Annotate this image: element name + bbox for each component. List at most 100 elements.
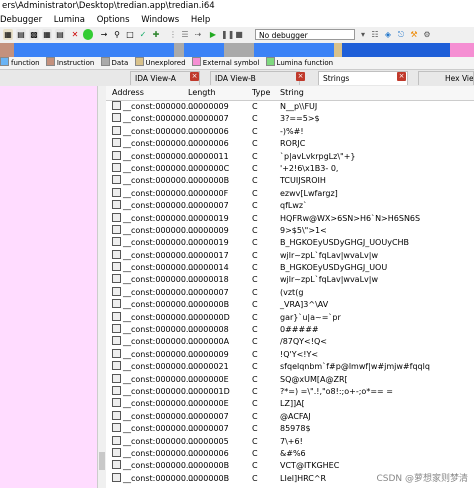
pause-icon[interactable]: ❚❚ (221, 29, 234, 40)
search-icon[interactable]: ⚲ (112, 29, 122, 40)
toolbar: ▦ ▤ ▩ ▦ ▤ ✕ → ⚲ □ ✓ ✚ ⋮ ☰ ⇢ ▶ ❚❚ ■ No de… (0, 27, 474, 44)
table-row[interactable]: __const:000000... 00000019 C B_HGKOEyUSDyGH… (106, 237, 474, 249)
tab-label: IDA View-B (215, 74, 256, 83)
table-row[interactable]: __const:000000... 0000001D C ?*=) =\".!,"o8… (106, 385, 474, 398)
table-icon[interactable]: ▤ (55, 29, 65, 40)
tab-bar: IDA View-A × IDA View-B × Strings × Hex … (0, 70, 474, 87)
table-row[interactable]: __const:000000... 00000014 C B_HGKOEyUSDyGH… (106, 262, 474, 274)
tab-hex-view[interactable]: Hex View (418, 71, 474, 85)
table-row[interactable]: __const:000000... 0000000F Cezwv[Lwfargz] (106, 187, 474, 200)
rect-icon[interactable]: □ (125, 29, 135, 40)
length-cell: 00000005 (188, 436, 229, 446)
debug-icon[interactable]: ☷ (370, 29, 380, 40)
column-header-string[interactable]: String (280, 86, 304, 100)
table-row[interactable]: __const:000000... 0000000E C SQ@xUM[A@ZR[ (106, 373, 474, 386)
type-cell: C (252, 201, 258, 211)
string-cell: ?*=) =\".!,"o8!:;o+-;o*== = (280, 386, 393, 396)
close-icon[interactable]: × (296, 72, 305, 81)
table-row[interactable]: __const:000000... 00000007 C (vzt(g (106, 286, 474, 299)
table-row[interactable]: __const:000000... 00000006 C RORJC (106, 138, 474, 150)
length-cell: 00000019 (188, 213, 229, 223)
type-cell: C (252, 213, 258, 223)
table-row[interactable]: __const:000000... 00000007 CqfLwz` (106, 200, 474, 212)
type-cell: C (252, 448, 258, 458)
save-icon[interactable]: ▦ (3, 29, 13, 40)
tab-strings[interactable]: Strings (318, 71, 408, 85)
grid-icon[interactable]: ▦ (42, 29, 52, 40)
table-row[interactable]: __const:000000... 0000000D Cgar}`u|a~=`pr (106, 311, 474, 324)
plugin-icon[interactable]: ⎋ (396, 29, 406, 40)
copy-icon[interactable]: ▩ (29, 29, 39, 40)
menu-debugger[interactable]: Debugger (0, 15, 42, 25)
table-row[interactable]: __const:000000... 00000006 C &#%6 (106, 447, 474, 460)
string-icon (112, 212, 121, 222)
scrollbar-thumb[interactable] (99, 452, 105, 470)
arrow-icon[interactable]: → (99, 29, 109, 40)
play-icon[interactable]: ▶ (208, 29, 218, 40)
chevron-down-icon[interactable]: ▾ (358, 29, 368, 40)
table-row[interactable]: __const:000000... 00000011 C `p|avLvkrpgLz\… (106, 150, 474, 163)
run-circle-icon[interactable] (83, 29, 93, 40)
tab-ida-view-b[interactable]: IDA View-B (210, 71, 300, 85)
table-row[interactable]: __const:000000... 00000007 C 85978$ (106, 423, 474, 435)
type-cell: C (252, 325, 258, 335)
string-cell: (vzt(g (280, 287, 304, 297)
table-row[interactable]: __const:000000... 00000017 Cwjlr~zpL`fqLav… (106, 249, 474, 262)
tool-icon[interactable]: ⚒ (409, 29, 419, 40)
string-icon (112, 299, 121, 309)
lumina-icon[interactable]: ◈ (383, 29, 393, 40)
table-row[interactable]: __const:000000... 00000019 C HQFRw@WX>6SN>H… (106, 212, 474, 225)
check-icon[interactable]: ✓ (138, 29, 148, 40)
menu-options[interactable]: Options (97, 15, 130, 25)
table-row[interactable]: __const:000000... 00000018 Cwjlr~zpL`fqLav… (106, 274, 474, 286)
address-cell: __const:000000... (112, 324, 194, 336)
type-cell: C (252, 287, 258, 297)
length-cell: 00000006 (188, 139, 229, 149)
table-row[interactable]: __const:000000... 00000007 C @ACFAJ (106, 410, 474, 423)
menu-lumina[interactable]: Lumina (54, 15, 85, 25)
table-row[interactable]: __const:000000... 00000007 C 3?==5>$ (106, 113, 474, 125)
functions-pane[interactable] (0, 86, 98, 488)
forward-icon[interactable]: ⇢ (193, 29, 203, 40)
address-cell: __const:000000... (112, 373, 194, 386)
length-cell: 0000001D (188, 386, 230, 396)
segments-icon[interactable]: ☰ (180, 29, 190, 40)
close-icon[interactable]: × (397, 72, 406, 81)
open-icon[interactable]: ▤ (16, 29, 26, 40)
close-icon[interactable]: × (190, 72, 199, 81)
length-cell: 0000000D (188, 312, 230, 322)
add-icon[interactable]: ✚ (151, 29, 161, 40)
tab-label: Strings (323, 74, 350, 83)
table-row[interactable]: __const:000000... 00000008 C 0##### (106, 324, 474, 336)
navigation-band[interactable] (0, 43, 474, 57)
string-icon (112, 336, 121, 346)
address-cell: __const:000000... (112, 224, 194, 237)
table-row[interactable]: __const:000000... 0000000B C TCUIJSROIH (106, 175, 474, 187)
color-swatch (45, 57, 55, 66)
close-x-icon[interactable]: ✕ (70, 29, 80, 40)
string-cell: LZ]]A[ (280, 399, 305, 409)
table-row[interactable]: __const:000000... 00000009 C N__p\\FUJ (106, 101, 474, 113)
table-row[interactable]: __const:000000... 0000000C C '+2!6\x1B3- 0, (106, 162, 474, 175)
column-header-type[interactable]: Type (252, 86, 270, 100)
dots-icon[interactable]: ⋮ (168, 29, 178, 40)
menu-windows[interactable]: Windows (141, 15, 179, 25)
table-row[interactable]: __const:000000... 00000005 C 7\+6! (106, 435, 474, 448)
length-cell: 00000014 (188, 263, 229, 273)
table-row[interactable]: __const:000000... 0000000B C _VRA]3^\AV (106, 299, 474, 311)
settings-icon[interactable]: ⚙ (422, 29, 432, 40)
table-row[interactable]: __const:000000... 0000000E C LZ]]A[ (106, 398, 474, 410)
functions-scrollbar[interactable] (97, 86, 106, 488)
table-row[interactable]: __const:000000... 00000006 C -)%#! (106, 125, 474, 138)
table-row[interactable]: __const:000000... 00000009 C 9>$5\">1< (106, 224, 474, 237)
column-header-address[interactable]: Address (112, 86, 144, 100)
debugger-select[interactable]: No debugger (255, 29, 355, 40)
stop-icon[interactable]: ■ (234, 29, 244, 40)
table-row[interactable]: __const:000000... 0000000A C/87QY<!Q< (106, 336, 474, 348)
table-row[interactable]: __const:000000... 00000009 C !Q'Y<!Y< (106, 348, 474, 361)
address-cell: __const:000000... (112, 398, 194, 410)
menu-help[interactable]: Help (191, 15, 210, 25)
column-header-length[interactable]: Length (188, 86, 216, 100)
table-row[interactable]: __const:000000... 00000021 Csfqelqnbm`f#p@… (106, 361, 474, 373)
string-cell: LIel]HRC^R (280, 473, 327, 483)
